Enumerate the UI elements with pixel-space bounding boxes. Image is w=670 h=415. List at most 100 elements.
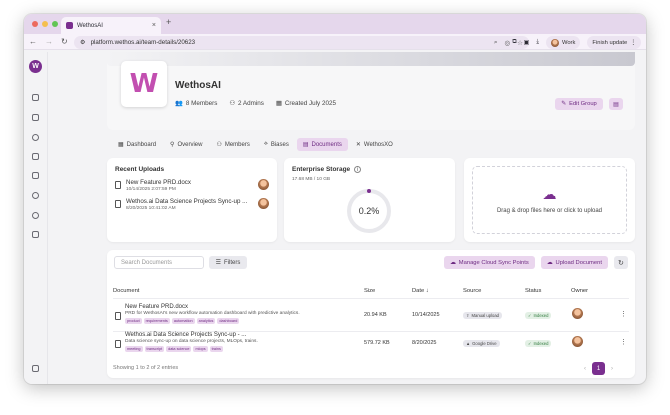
tag: automation bbox=[171, 318, 195, 324]
back-arrow-icon[interactable]: ← bbox=[29, 37, 37, 46]
list-item[interactable]: New Feature PRD.docx 10/14/2025 2:07:59 … bbox=[115, 179, 269, 192]
upload-name: New Feature PRD.docx bbox=[126, 179, 191, 186]
date-cell: 10/14/2025 bbox=[412, 312, 440, 318]
forward-arrow-icon[interactable]: → bbox=[45, 37, 53, 46]
tab-documents[interactable]: ▤ Documents bbox=[296, 138, 348, 151]
storage-title: Enterprise Storage bbox=[292, 166, 351, 173]
admin-icon: ⚇ bbox=[229, 99, 235, 107]
document-name[interactable]: Wethos.ai Data Science Projects Sync-up … bbox=[125, 332, 258, 338]
finish-update-button[interactable]: Finish update ⋮ bbox=[587, 36, 641, 49]
reload-icon[interactable]: ↻ bbox=[61, 37, 68, 46]
filters-button[interactable]: ☰ Filters bbox=[209, 256, 247, 269]
page-1-button[interactable]: 1 bbox=[592, 362, 605, 375]
wethosxo-icon: ✕ bbox=[355, 142, 361, 148]
dashboard-icon: ▦ bbox=[118, 142, 124, 148]
collapse-sidebar-icon[interactable] bbox=[32, 365, 39, 372]
upload-card: ☁ Drag & drop files here or click to upl… bbox=[464, 158, 635, 242]
sidepanel-icon[interactable]: ▣ bbox=[524, 39, 530, 46]
maximize-window-button[interactable] bbox=[52, 21, 58, 27]
zoom-icon[interactable]: ⌕ bbox=[494, 39, 498, 47]
browser-tab[interactable]: WethosAI × bbox=[61, 17, 161, 34]
documents-card: Search Documents ☰ Filters ☁ Manage Clou… bbox=[107, 250, 635, 378]
tab-label: Dashboard bbox=[126, 141, 157, 148]
members-icon: 👥 bbox=[175, 100, 183, 107]
wethos-logo[interactable]: W bbox=[29, 60, 42, 73]
lightbulb-icon[interactable] bbox=[32, 192, 39, 199]
created-date: Created July 2025 bbox=[284, 99, 336, 107]
cloud-sync-button[interactable]: ☁ Manage Cloud Sync Points bbox=[444, 256, 535, 269]
finish-update-label: Finish update bbox=[592, 39, 628, 46]
tab-members[interactable]: ⚇ Members bbox=[210, 138, 255, 151]
next-page-icon[interactable]: › bbox=[611, 366, 613, 372]
document-action-button[interactable]: ▤ bbox=[609, 98, 623, 110]
column-header-date[interactable]: Date ↓ bbox=[412, 288, 429, 294]
upload-name: Wethos.ai Data Science Projects Sync-up … bbox=[126, 198, 248, 205]
more-vertical-icon[interactable]: ⋮ bbox=[620, 310, 627, 318]
list-item[interactable]: Wethos.ai Data Science Projects Sync-up … bbox=[115, 198, 269, 211]
address-bar[interactable]: ⚙ platform.wethos.ai/team-details/20623 … bbox=[74, 36, 529, 49]
date-cell: 8/20/2025 bbox=[412, 340, 437, 346]
new-tab-button[interactable]: + bbox=[166, 17, 171, 27]
edit-group-button[interactable]: ✎ Edit Group bbox=[555, 98, 603, 110]
upload-document-label: Upload Document bbox=[555, 259, 602, 266]
tag: requirements bbox=[143, 318, 170, 324]
source-badge: ⇪ Manual upload bbox=[463, 312, 502, 319]
document-cell: Wethos.ai Data Science Projects Sync-up … bbox=[125, 332, 258, 352]
team-icon[interactable] bbox=[32, 172, 39, 179]
minimize-window-button[interactable] bbox=[42, 21, 48, 27]
file-icon bbox=[115, 181, 121, 189]
more-vertical-icon[interactable]: ⋮ bbox=[620, 338, 627, 346]
network-icon[interactable] bbox=[32, 114, 39, 121]
column-header-size: Size bbox=[364, 288, 376, 294]
file-icon bbox=[115, 312, 121, 320]
org-logo: W bbox=[121, 61, 167, 107]
tag: dashboard bbox=[217, 318, 240, 324]
tag: product bbox=[125, 318, 142, 324]
tab-overview[interactable]: ⚲ Overview bbox=[164, 138, 208, 151]
status-cell: ✓ Indexed bbox=[525, 340, 552, 347]
calendar-icon[interactable] bbox=[32, 153, 39, 160]
download-icon[interactable]: ⤓ bbox=[536, 39, 539, 46]
avatar bbox=[258, 198, 269, 209]
column-header-owner: Owner bbox=[571, 288, 589, 294]
url-text: platform.wethos.ai/team-details/20623 bbox=[90, 39, 196, 46]
source-label: Google Drive bbox=[472, 341, 497, 346]
prev-page-icon[interactable]: ‹ bbox=[584, 366, 586, 372]
home-icon[interactable] bbox=[32, 94, 39, 101]
documents-actions: ☁ Manage Cloud Sync Points ☁ Upload Docu… bbox=[444, 256, 628, 269]
close-window-button[interactable] bbox=[32, 21, 38, 27]
google-drive-icon: ▲ bbox=[466, 341, 471, 346]
size-cell: 579.72 KB bbox=[364, 340, 390, 346]
profile-button[interactable]: Work bbox=[545, 36, 581, 49]
cloud-icon: ☁ bbox=[450, 259, 456, 266]
upload-small-icon: ⇪ bbox=[466, 313, 470, 318]
mic-icon[interactable] bbox=[32, 231, 39, 238]
tab-biases[interactable]: ⟡ Biases bbox=[258, 138, 295, 151]
search-input[interactable]: Search Documents bbox=[114, 256, 204, 269]
close-tab-icon[interactable]: × bbox=[152, 22, 156, 29]
dropzone[interactable]: ☁ Drag & drop files here or click to upl… bbox=[472, 166, 627, 234]
tab-wethosxo[interactable]: ✕ WethosXO bbox=[350, 138, 399, 151]
upload-date: 8/20/2025 10:41:02 AM bbox=[126, 206, 176, 211]
tab-dashboard[interactable]: ▦ Dashboard bbox=[112, 138, 162, 151]
source-badge: ▲ Google Drive bbox=[463, 340, 500, 347]
org-banner bbox=[107, 52, 635, 66]
status-badge: ✓ Indexed bbox=[525, 340, 552, 347]
overview-icon: ⚲ bbox=[170, 142, 175, 148]
document-name[interactable]: New Feature PRD.docx bbox=[125, 304, 300, 310]
filter-icon: ☰ bbox=[215, 260, 222, 266]
refresh-button[interactable]: ↻ bbox=[613, 256, 628, 269]
main-content: W WethosAI 👥 8 Members ⚇ 2 Admins ▦ Created… bbox=[48, 52, 646, 384]
upload-document-button[interactable]: ☁ Upload Document bbox=[540, 256, 608, 269]
incognito-icon[interactable]: ◎ bbox=[505, 39, 511, 47]
user-icon[interactable] bbox=[32, 134, 39, 141]
document-cell: New Feature PRD.docx PRD for WethosAI's … bbox=[125, 304, 300, 324]
table-footer: Showing 1 to 2 of 2 entries bbox=[113, 365, 179, 371]
extensions-icon[interactable]: ⧉ bbox=[512, 39, 516, 46]
info-icon[interactable]: i bbox=[354, 166, 362, 173]
site-settings-icon[interactable]: ⚙ bbox=[80, 39, 86, 46]
headset-icon[interactable] bbox=[32, 212, 39, 219]
document-description: PRD for WethosAI's new workflow automati… bbox=[125, 311, 300, 316]
browser-tab-title: WethosAI bbox=[77, 22, 103, 29]
browser-toolbar-right: ⧉ ▣ ⤓ Work Finish update ⋮ bbox=[512, 36, 641, 49]
